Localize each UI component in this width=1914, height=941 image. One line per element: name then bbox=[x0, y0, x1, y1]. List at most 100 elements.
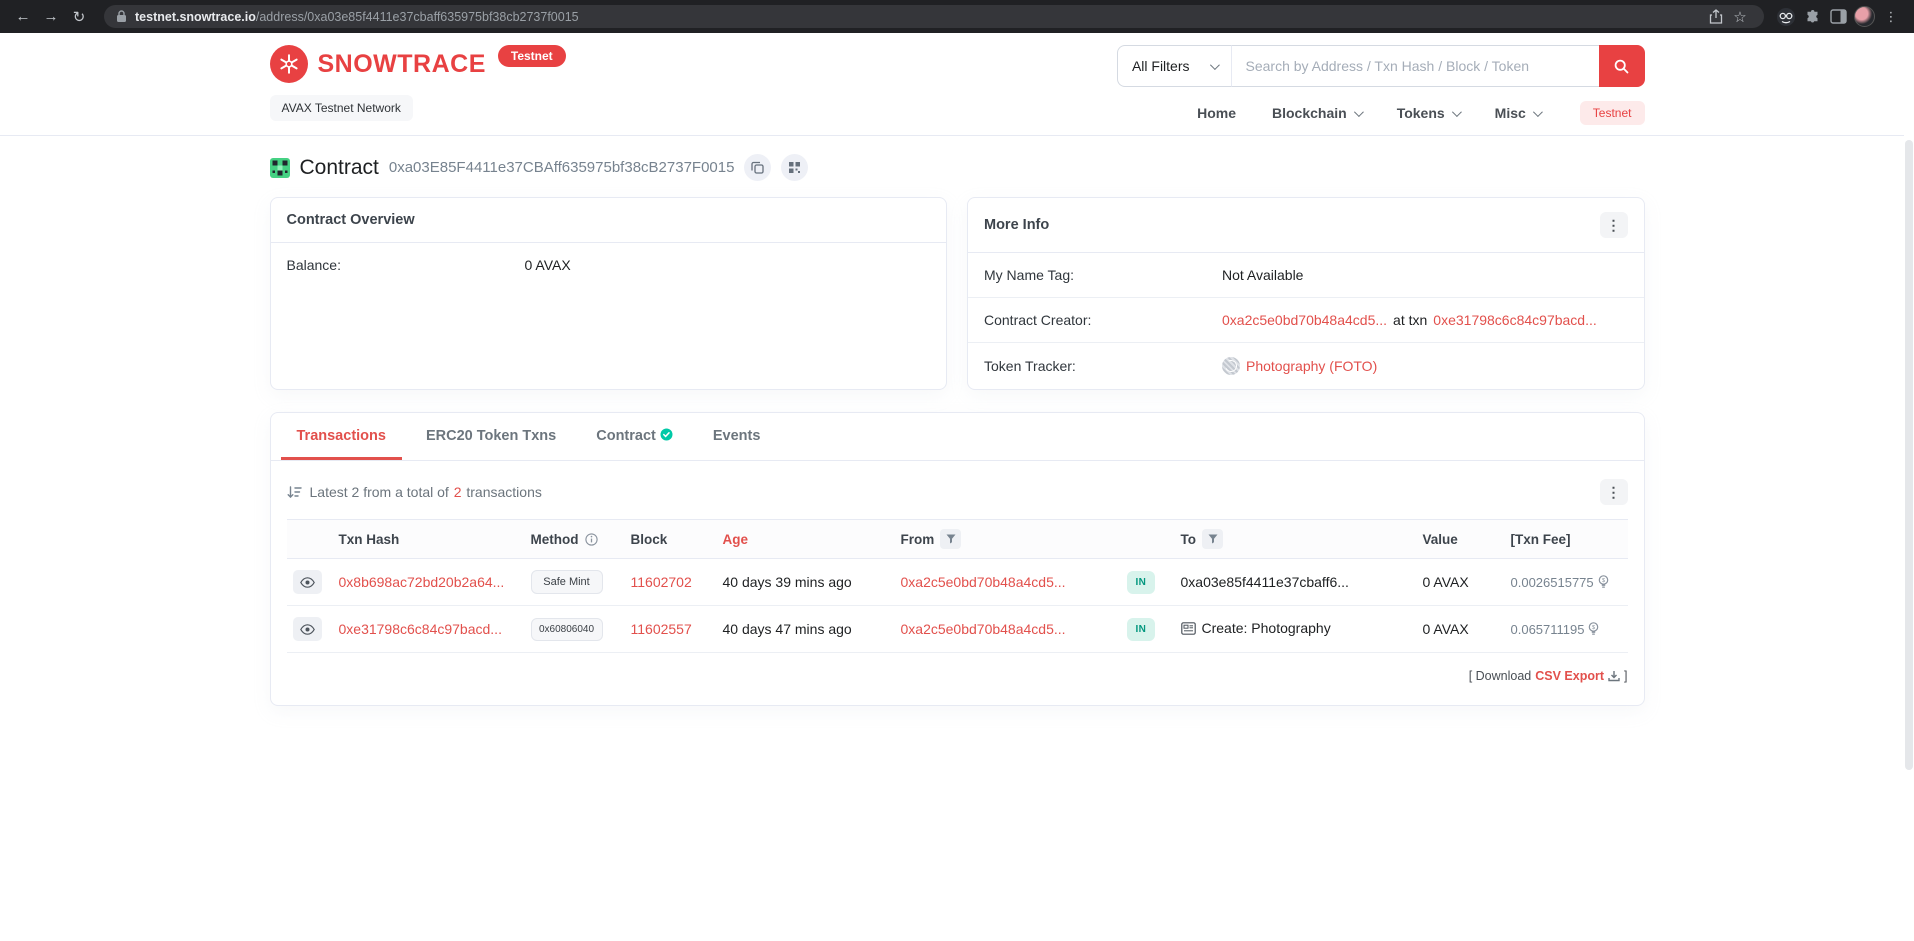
forward-icon[interactable]: → bbox=[38, 4, 64, 30]
name-tag-row: My Name Tag: Not Available bbox=[968, 253, 1644, 297]
contract-overview-card: Contract Overview Balance: 0 AVAX bbox=[269, 197, 947, 390]
search-filter-dropdown[interactable]: All Filters bbox=[1116, 45, 1231, 87]
col-txn-hash: Txn Hash bbox=[332, 519, 525, 559]
contract-creator-label: Contract Creator: bbox=[984, 312, 1092, 328]
more-info-menu-button[interactable]: ⋮ bbox=[1599, 212, 1628, 238]
search-bar: All Filters bbox=[1116, 45, 1645, 87]
col-method: Method bbox=[524, 519, 625, 559]
age-cell: 40 days 39 mins ago bbox=[716, 558, 895, 606]
site-header: SNOWTRACE Testnet AVAX Testnet Network A… bbox=[0, 33, 1914, 136]
chevron-down-icon bbox=[1532, 106, 1543, 117]
from-address-link[interactable]: 0xa2c5e0bd70b48a4cd5... bbox=[901, 621, 1066, 637]
balance-value: 0 AVAX bbox=[524, 257, 571, 273]
download-row: [ Download CSV Export ] bbox=[1468, 669, 1628, 683]
txn-preview-button[interactable] bbox=[292, 570, 322, 594]
lightbulb-icon[interactable]: $ bbox=[1588, 622, 1599, 636]
nav-blockchain[interactable]: Blockchain bbox=[1272, 105, 1364, 121]
creation-txn-link[interactable]: 0xe31798c6c84c97bacd... bbox=[1433, 312, 1596, 328]
extensions-puzzle-icon[interactable] bbox=[1800, 5, 1824, 29]
tab-contract[interactable]: Contract bbox=[580, 413, 689, 460]
transactions-card: Transactions ERC20 Token Txns Contract E… bbox=[269, 412, 1645, 706]
txn-hash-link[interactable]: 0xe31798c6c84c97bacd... bbox=[339, 621, 502, 637]
search-button[interactable] bbox=[1598, 45, 1645, 87]
share-icon[interactable] bbox=[1704, 5, 1728, 29]
browser-menu-icon[interactable]: ⋮ bbox=[1878, 4, 1904, 30]
txn-hash-link[interactable]: 0x8b698ac72bd20b2a64... bbox=[339, 574, 505, 590]
download-icon bbox=[1608, 670, 1620, 682]
brand-name[interactable]: SNOWTRACE bbox=[318, 50, 486, 79]
info-icon[interactable] bbox=[584, 532, 598, 546]
token-tracker-row: Token Tracker: Photography (FOTO) bbox=[968, 342, 1644, 389]
verified-check-icon bbox=[660, 428, 673, 441]
col-value: Value bbox=[1416, 519, 1505, 559]
main-content: Contract 0xa03E85F4411e37CBAff635975bf38… bbox=[269, 154, 1645, 706]
lightbulb-icon[interactable]: $ bbox=[1598, 575, 1609, 589]
brand-testnet-badge: Testnet bbox=[497, 45, 566, 67]
direction-badge: IN bbox=[1126, 617, 1156, 641]
nav-home[interactable]: Home bbox=[1197, 105, 1236, 121]
col-age[interactable]: Age bbox=[716, 519, 895, 559]
qr-code-button[interactable] bbox=[781, 154, 809, 181]
txn-table-menu-button[interactable]: ⋮ bbox=[1599, 479, 1628, 505]
browser-chrome: ← → ↻ testnet.snowtrace.io/address/0xa03… bbox=[0, 0, 1914, 33]
direction-badge: IN bbox=[1126, 570, 1156, 594]
lock-icon bbox=[116, 10, 127, 23]
txn-count: 2 bbox=[453, 484, 462, 500]
profile-avatar[interactable] bbox=[1852, 5, 1876, 29]
nav-misc[interactable]: Misc bbox=[1495, 105, 1543, 121]
transactions-table: Txn Hash Method Block Age From To Value … bbox=[286, 519, 1628, 653]
value-cell: 0 AVAX bbox=[1416, 605, 1505, 653]
to-address: Create: Photography bbox=[1201, 620, 1331, 637]
creator-address-link[interactable]: 0xa2c5e0bd70b48a4cd5... bbox=[1222, 312, 1387, 328]
address-bar[interactable]: testnet.snowtrace.io/address/0xa03e85f44… bbox=[104, 5, 1764, 28]
page-title: Contract bbox=[299, 155, 379, 179]
name-tag-value: Not Available bbox=[1222, 267, 1304, 283]
nav-tokens[interactable]: Tokens bbox=[1397, 105, 1462, 121]
col-to: To bbox=[1174, 519, 1417, 559]
tab-bar: Transactions ERC20 Token Txns Contract E… bbox=[270, 413, 1644, 461]
from-filter-button[interactable] bbox=[940, 529, 962, 549]
token-tracker-label: Token Tracker: bbox=[984, 358, 1076, 374]
overview-card-title: Contract Overview bbox=[286, 212, 415, 228]
col-from: From bbox=[894, 519, 1121, 559]
page-title-row: Contract 0xa03E85F4411e37CBAff635975bf38… bbox=[269, 154, 1645, 181]
filter-icon bbox=[1208, 534, 1218, 544]
sidebar-toggle-icon[interactable] bbox=[1826, 5, 1850, 29]
txn-preview-button[interactable] bbox=[292, 617, 322, 641]
csv-export-link[interactable]: CSV Export bbox=[1535, 669, 1604, 683]
snowtrace-logo-icon[interactable] bbox=[269, 45, 308, 83]
block-link[interactable]: 11602557 bbox=[631, 621, 692, 637]
creator-infix: at txn bbox=[1393, 312, 1428, 328]
back-icon[interactable]: ← bbox=[10, 4, 36, 30]
kebab-menu-icon: ⋮ bbox=[1606, 484, 1621, 500]
extension-owl-icon[interactable] bbox=[1774, 5, 1798, 29]
to-filter-button[interactable] bbox=[1202, 529, 1223, 549]
tab-events[interactable]: Events bbox=[697, 413, 777, 460]
svg-text:$: $ bbox=[1602, 578, 1605, 584]
contract-document-icon bbox=[1180, 621, 1196, 635]
svg-text:$: $ bbox=[1592, 625, 1595, 631]
scrollbar-thumb[interactable] bbox=[1905, 140, 1913, 770]
brand-block: SNOWTRACE Testnet AVAX Testnet Network bbox=[269, 45, 566, 121]
tab-transactions[interactable]: Transactions bbox=[280, 413, 402, 460]
search-input[interactable] bbox=[1230, 45, 1599, 87]
bookmark-star-icon[interactable]: ☆ bbox=[1728, 5, 1752, 29]
page-scrollbar[interactable] bbox=[1904, 33, 1914, 941]
chevron-down-icon bbox=[1353, 106, 1364, 117]
chevron-down-icon bbox=[1451, 106, 1462, 117]
col-txn-fee: [Txn Fee] bbox=[1504, 519, 1628, 559]
nav-testnet-button[interactable]: Testnet bbox=[1579, 101, 1645, 125]
eye-icon bbox=[299, 576, 315, 588]
tab-erc20-token-txns[interactable]: ERC20 Token Txns bbox=[410, 413, 572, 460]
copy-icon bbox=[751, 161, 765, 174]
reload-icon[interactable]: ↻ bbox=[66, 4, 92, 30]
main-nav: Home Blockchain Tokens Misc Testnet bbox=[1197, 101, 1645, 125]
from-address-link[interactable]: 0xa2c5e0bd70b48a4cd5... bbox=[901, 574, 1066, 590]
token-tracker-link[interactable]: Photography (FOTO) bbox=[1246, 358, 1377, 374]
col-block: Block bbox=[624, 519, 717, 559]
block-link[interactable]: 11602702 bbox=[631, 574, 692, 590]
table-header-row: Txn Hash Method Block Age From To Value … bbox=[286, 519, 1628, 559]
qr-code-icon bbox=[788, 161, 801, 174]
chevron-down-icon bbox=[1209, 59, 1220, 70]
copy-address-button[interactable] bbox=[744, 154, 772, 181]
